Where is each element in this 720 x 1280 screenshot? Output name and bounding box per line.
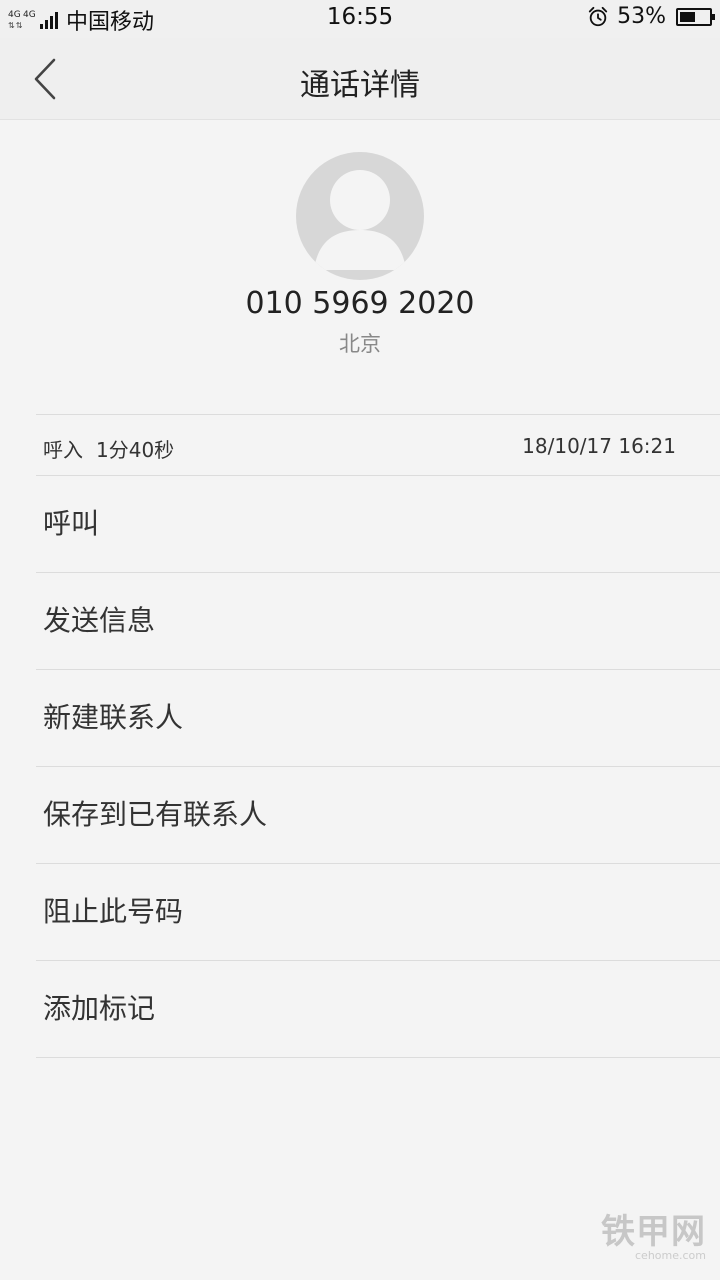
send-message-action[interactable]: 发送信息 — [36, 573, 720, 670]
save-to-existing-contact-action[interactable]: 保存到已有联系人 — [36, 767, 720, 864]
add-tag-action[interactable]: 添加标记 — [36, 961, 720, 1058]
battery-icon — [676, 7, 715, 26]
action-list: 呼叫 发送信息 新建联系人 保存到已有联系人 阻止此号码 添加标记 — [36, 476, 720, 1058]
call-details-screen: 4G 4G ⇅⇅ 中国移动 16:55 53% 通话详情 010 5969 20… — [0, 0, 720, 1280]
app-header: 通话详情 — [0, 38, 720, 120]
status-bar-right: 53% — [587, 4, 715, 29]
watermark-main: 铁甲网 — [601, 1212, 706, 1252]
block-number-action[interactable]: 阻止此号码 — [36, 864, 720, 961]
call-duration: 1分40秒 — [96, 438, 175, 462]
alarm-clock-icon — [588, 6, 608, 26]
call-type: 呼入 — [43, 438, 83, 462]
watermark: 铁甲网 cehome.com — [601, 1204, 706, 1262]
page-title: 通话详情 — [300, 68, 420, 103]
new-contact-action[interactable]: 新建联系人 — [36, 670, 720, 767]
avatar — [296, 152, 424, 280]
call-datetime: 18/10/17 16:21 — [522, 434, 676, 458]
phone-number: 010 5969 2020 — [245, 286, 475, 321]
status-bar: 4G 4G ⇅⇅ 中国移动 16:55 53% — [0, 0, 720, 38]
battery-level-fill — [680, 11, 695, 22]
battery-percent: 53% — [617, 4, 666, 29]
call-log-entry: 呼入 1分40秒 18/10/17 16:21 — [36, 414, 720, 476]
phone-location: 北京 — [339, 332, 381, 356]
call-action[interactable]: 呼叫 — [36, 476, 720, 573]
default-avatar-icon — [314, 170, 406, 270]
